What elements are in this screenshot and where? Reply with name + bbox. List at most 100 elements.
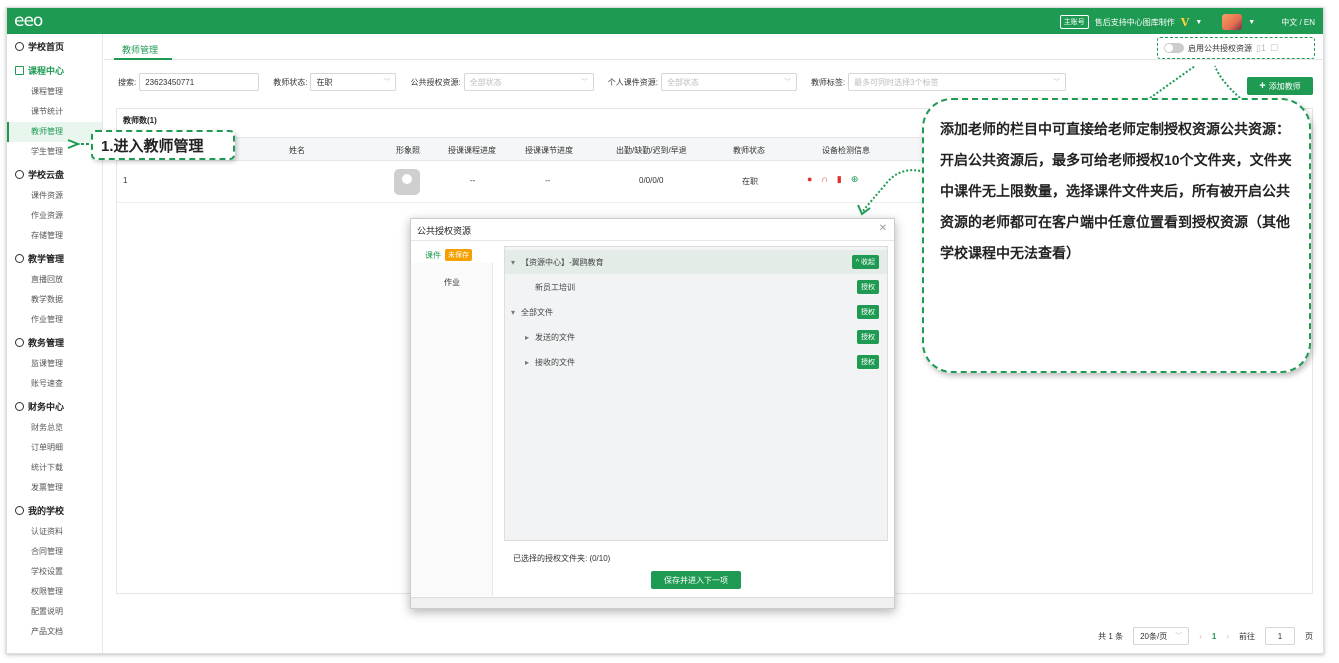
- sidebar-item-cert[interactable]: 认证资料: [7, 522, 102, 542]
- add-teacher-button[interactable]: + 添加教师: [1247, 77, 1313, 95]
- public-resource-select[interactable]: 全部状态 ﹀: [463, 73, 594, 91]
- copy-icon[interactable]: ▯1: [1256, 43, 1266, 54]
- authorize-button[interactable]: 授权: [857, 330, 879, 344]
- tree-node-received-files[interactable]: ▸ 接收的文件 授权: [505, 350, 887, 374]
- page-size-select[interactable]: 20条/页 ﹀: [1133, 627, 1190, 645]
- sidebar-item-replay[interactable]: 直播回放: [7, 270, 102, 290]
- tree-node-all-files[interactable]: ▾ 全部文件 授权: [505, 300, 887, 324]
- tree-node-resource-center[interactable]: ▾ 【资源中心】-翼鸥教育 ^ 收起: [505, 250, 887, 274]
- personal-resource-select[interactable]: 全部状态 ﹀: [660, 73, 797, 91]
- selected-count: 已选择的授权文件夹: (0/10): [513, 554, 611, 563]
- tab-courseware[interactable]: 课件 未保存: [425, 249, 472, 261]
- tab-homework[interactable]: 作业: [411, 277, 493, 288]
- authorize-button[interactable]: 授权: [857, 355, 879, 369]
- modal-footer: [411, 597, 894, 608]
- personal-resource-label: 个人课件资源:: [607, 77, 658, 87]
- pagination: 共 1 条 20条/页 ﹀ ‹ 1 › 前往 1 页: [1098, 627, 1313, 645]
- sidebar-section-cloud[interactable]: 学校云盘: [7, 162, 102, 186]
- sidebar-item-course-manage[interactable]: 课程管理: [7, 82, 102, 102]
- search-input[interactable]: 23623450771: [139, 73, 260, 91]
- sidebar-item-storage[interactable]: 存储管理: [7, 226, 102, 246]
- sidebar-item-teacher-manage[interactable]: 教师管理: [7, 122, 102, 142]
- chevron-down-icon: ﹀: [580, 79, 588, 86]
- col-device: 设备检测信息: [822, 146, 870, 155]
- sidebar-item-lesson-stats[interactable]: 课节统计: [7, 102, 102, 122]
- search-label: 搜索:: [118, 77, 137, 87]
- authorize-button[interactable]: 授权: [857, 280, 879, 294]
- sidebar-item-homework-res[interactable]: 作业资源: [7, 206, 102, 226]
- page-number[interactable]: 1: [1212, 632, 1216, 641]
- tab-underline: [114, 58, 172, 60]
- sidebar-section-home[interactable]: 学校首页: [7, 34, 102, 58]
- caret-down-icon: ▾: [511, 257, 516, 267]
- row-index: 1: [123, 176, 128, 185]
- org-name[interactable]: 售后支持中心图库制作: [1095, 17, 1175, 28]
- top-bar-right: 主账号 售后支持中心图库制作 V ▼ ▼ 中文 / EN: [1059, 14, 1315, 30]
- sidebar-section-academic[interactable]: 教务管理: [7, 330, 102, 354]
- col-attendance: 出勤/缺勤/迟到/早退: [616, 146, 687, 155]
- microphone-icon: ▮: [836, 174, 842, 184]
- sidebar-item-courseware[interactable]: 课件资源: [7, 186, 102, 206]
- sidebar-item-teach-data[interactable]: 教学数据: [7, 290, 102, 310]
- sidebar-item-student-manage[interactable]: 学生管理: [7, 142, 102, 162]
- language-switch[interactable]: 中文 / EN: [1281, 17, 1315, 28]
- sidebar-item-contract[interactable]: 合同管理: [7, 542, 102, 562]
- folder-tree: ▾ 【资源中心】-翼鸥教育 ^ 收起 新员工培训 授权 ▾ 全部文件 授权 ▸ 发送的文件授…: [504, 246, 888, 541]
- sidebar-item-account-lookup[interactable]: 账号速查: [7, 374, 102, 394]
- edit-icon[interactable]: ☐: [1270, 43, 1278, 54]
- chevron-down-icon: ﹀: [783, 79, 791, 86]
- sidebar-section-course-center[interactable]: 课程中心: [7, 58, 102, 82]
- tree-node-sent-files[interactable]: ▸ 发送的文件 授权: [505, 325, 887, 349]
- close-icon[interactable]: ✕: [879, 223, 887, 234]
- sidebar-section-teaching[interactable]: 教学管理: [7, 246, 102, 270]
- sidebar-item-finance-overview[interactable]: 财务总览: [7, 418, 102, 438]
- chevron-down-icon[interactable]: ▼: [1248, 19, 1255, 26]
- goto-input[interactable]: 1: [1265, 627, 1295, 645]
- sidebar-item-download[interactable]: 统计下载: [7, 458, 102, 478]
- public-resource-toggle[interactable]: [1164, 43, 1184, 53]
- collapse-button[interactable]: ^ 收起: [851, 255, 879, 269]
- sidebar-section-finance[interactable]: 财务中心: [7, 394, 102, 418]
- status-select[interactable]: 在职 ﹀: [310, 73, 397, 91]
- avatar[interactable]: [1222, 14, 1243, 30]
- account-badge: 主账号: [1059, 15, 1089, 29]
- tab-teacher-manage[interactable]: 教师管理: [122, 43, 158, 56]
- sidebar-item-permissions[interactable]: 权限管理: [7, 582, 102, 602]
- location-icon: ●: [807, 174, 813, 184]
- modal-tab-list: 课件 未保存 作业: [411, 241, 493, 596]
- row-lesson: --: [545, 176, 551, 185]
- sidebar-item-homework[interactable]: 作业管理: [7, 310, 102, 330]
- sidebar-section-my-school[interactable]: 我的学校: [7, 498, 102, 522]
- sidebar-item-config[interactable]: 配置说明: [7, 602, 102, 622]
- chevron-down-icon: ﹀: [1175, 633, 1183, 640]
- tag-select[interactable]: 最多可同时选择3个标签 ﹀: [848, 73, 1067, 91]
- chevron-down-icon[interactable]: ▼: [1195, 19, 1202, 26]
- tree-node-new-staff[interactable]: 新员工培训 授权: [505, 275, 887, 299]
- status-label: 教师状态:: [273, 77, 308, 87]
- prev-page-icon[interactable]: ‹: [1199, 632, 1202, 641]
- gear-icon: [15, 505, 24, 515]
- col-name: 姓名: [289, 146, 305, 155]
- col-photo: 形象照: [396, 146, 420, 155]
- sidebar-item-monitor[interactable]: 监课管理: [7, 354, 102, 374]
- cloud-icon: [15, 169, 24, 179]
- app-logo: eeo: [14, 11, 43, 31]
- sidebar-item-school-settings[interactable]: 学校设置: [7, 562, 102, 582]
- yen-icon: [15, 401, 24, 411]
- save-next-button[interactable]: 保存并进入下一项: [651, 571, 741, 589]
- sidebar-item-docs[interactable]: 产品文档: [7, 622, 102, 642]
- authorize-button[interactable]: 授权: [857, 305, 879, 319]
- sidebar-item-invoice[interactable]: 发票管理: [7, 478, 102, 498]
- top-bar: eeo 主账号 售后支持中心图库制作 V ▼ ▼ 中文 / EN: [7, 8, 1323, 34]
- plus-icon: +: [1259, 80, 1266, 92]
- monitor-icon: [15, 253, 24, 263]
- calendar-icon: [15, 65, 24, 75]
- chevron-down-icon: ﹀: [383, 79, 391, 86]
- modal-header: 公共授权资源 ✕: [411, 219, 894, 241]
- device-icons: ● ∩ ▮ ⊕: [807, 174, 858, 185]
- row-status: 在职: [742, 177, 758, 186]
- sidebar-item-orders[interactable]: 订单明细: [7, 438, 102, 458]
- next-page-icon[interactable]: ›: [1226, 632, 1229, 641]
- step-callout: 1.进入教师管理: [91, 130, 235, 160]
- teacher-count: 教师数(1): [123, 116, 157, 125]
